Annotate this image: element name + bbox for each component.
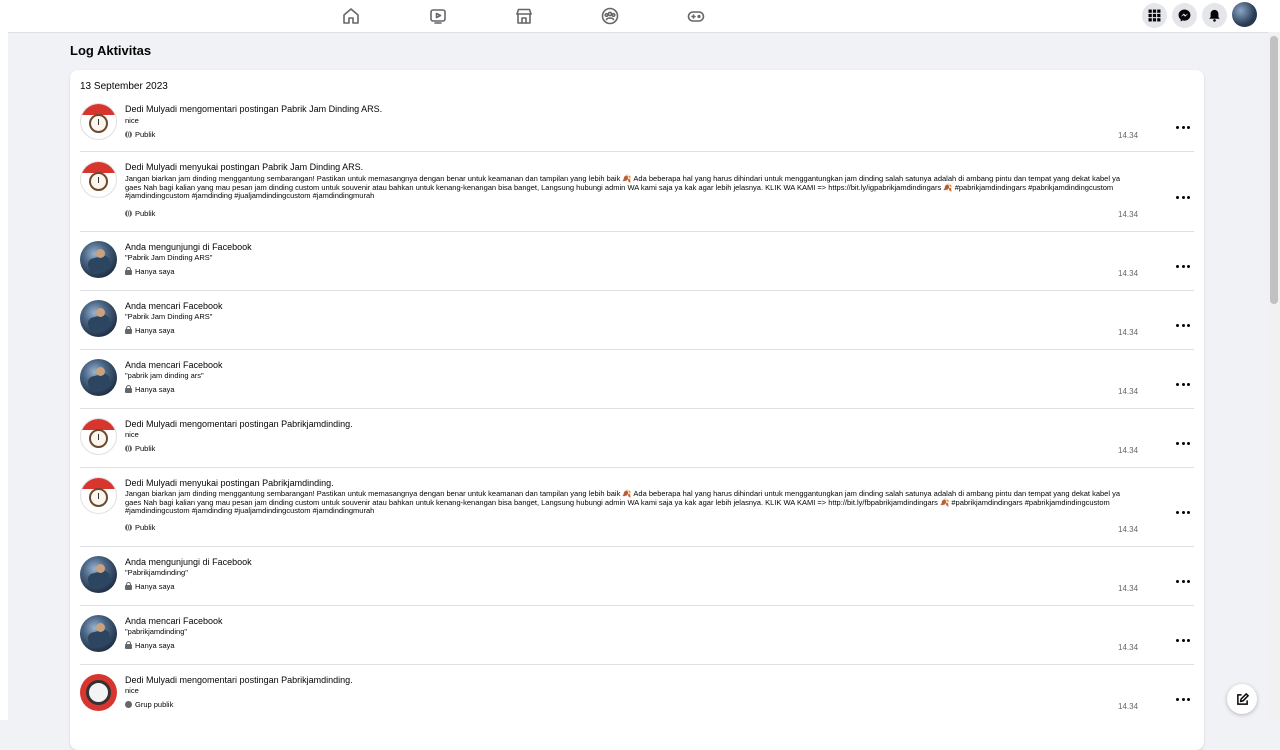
profile-avatar[interactable] bbox=[1232, 2, 1257, 27]
activity-log-card: 13 September 2023 Dedi Mulyadi mengoment… bbox=[70, 70, 1204, 750]
privacy-label: Hanya saya bbox=[125, 641, 175, 650]
activity-entry[interactable]: Dedi Mulyadi menyukai postingan Pabrikja… bbox=[70, 468, 1194, 547]
activity-entry[interactable]: Anda mengunjungi di Facebook "Pabrik Jam… bbox=[70, 232, 1194, 291]
new-message-button[interactable] bbox=[1227, 684, 1257, 714]
page-avatar[interactable] bbox=[80, 103, 117, 140]
more-options-button[interactable] bbox=[1176, 261, 1190, 271]
entry-detail: nice bbox=[125, 686, 139, 695]
entry-time: 14.34 bbox=[1118, 584, 1139, 593]
watch-icon[interactable] bbox=[427, 5, 449, 27]
entry-time: 14.34 bbox=[1118, 525, 1139, 534]
activity-entry[interactable]: Anda mencari Facebook "Pabrik Jam Dindin… bbox=[70, 291, 1194, 350]
privacy-label: Publik bbox=[125, 523, 155, 532]
entry-time: 14.34 bbox=[1118, 210, 1139, 219]
page-avatar[interactable] bbox=[80, 161, 117, 198]
entry-detail: nice bbox=[125, 116, 139, 125]
more-options-button[interactable] bbox=[1176, 694, 1190, 704]
privacy-label: Hanya saya bbox=[125, 267, 175, 276]
privacy-label: Hanya saya bbox=[125, 582, 175, 591]
entry-detail: Jangan biarkan jam dinding menggantung s… bbox=[125, 489, 1121, 515]
date-header: 13 September 2023 bbox=[80, 81, 168, 92]
entry-time: 14.34 bbox=[1118, 131, 1139, 140]
left-edge bbox=[0, 32, 8, 720]
entry-detail: "pabrik jam dinding ars" bbox=[125, 371, 204, 380]
activity-entry[interactable]: Dedi Mulyadi mengomentari postingan Pabr… bbox=[70, 409, 1194, 468]
more-options-button[interactable] bbox=[1176, 320, 1190, 330]
scrollbar-thumb[interactable] bbox=[1270, 36, 1278, 304]
entry-title: Dedi Mulyadi menyukai postingan Pabrikja… bbox=[125, 478, 334, 488]
globe-icon bbox=[125, 210, 132, 217]
user-avatar[interactable] bbox=[80, 556, 117, 593]
messenger-icon[interactable] bbox=[1172, 3, 1197, 28]
entry-time: 14.34 bbox=[1118, 643, 1139, 652]
privacy-label: Publik bbox=[125, 444, 155, 453]
entry-title: Anda mencari Facebook bbox=[125, 301, 223, 311]
privacy-label: Hanya saya bbox=[125, 326, 175, 335]
entry-title: Anda mengunjungi di Facebook bbox=[125, 557, 252, 567]
user-avatar[interactable] bbox=[80, 300, 117, 337]
entry-detail: "Pabrikjamdinding" bbox=[125, 568, 188, 577]
lock-icon bbox=[125, 267, 132, 275]
lock-icon bbox=[125, 582, 132, 590]
activity-entry[interactable]: Anda mencari Facebook "pabrik jam dindin… bbox=[70, 350, 1194, 409]
entry-time: 14.34 bbox=[1118, 387, 1139, 396]
page-title: Log Aktivitas bbox=[70, 43, 152, 58]
entry-detail: "pabrikjamdinding" bbox=[125, 627, 188, 636]
groups-icon[interactable] bbox=[599, 5, 621, 27]
home-icon[interactable] bbox=[340, 5, 362, 27]
compose-icon bbox=[1236, 692, 1249, 705]
more-options-button[interactable] bbox=[1176, 635, 1190, 645]
entry-title: Dedi Mulyadi mengomentari postingan Pabr… bbox=[125, 675, 353, 685]
entry-time: 14.34 bbox=[1118, 446, 1139, 455]
entry-time: 14.34 bbox=[1118, 702, 1139, 711]
activity-entry[interactable]: Dedi Mulyadi mengomentari postingan Pabr… bbox=[70, 665, 1194, 724]
entry-detail: Jangan biarkan jam dinding menggantung s… bbox=[125, 174, 1121, 200]
gaming-icon[interactable] bbox=[685, 5, 707, 27]
entry-title: Anda mengunjungi di Facebook bbox=[125, 242, 252, 252]
entry-title: Dedi Mulyadi mengomentari postingan Pabr… bbox=[125, 419, 353, 429]
user-avatar[interactable] bbox=[80, 359, 117, 396]
group-icon bbox=[125, 701, 132, 708]
privacy-label: Grup publik bbox=[125, 700, 173, 709]
more-options-button[interactable] bbox=[1176, 122, 1190, 132]
group-avatar[interactable] bbox=[80, 674, 117, 711]
lock-icon bbox=[125, 326, 132, 334]
entry-time: 14.34 bbox=[1118, 328, 1139, 337]
entry-detail: nice bbox=[125, 430, 139, 439]
more-options-button[interactable] bbox=[1176, 192, 1190, 202]
privacy-label: Hanya saya bbox=[125, 385, 175, 394]
more-options-button[interactable] bbox=[1176, 379, 1190, 389]
privacy-label: Publik bbox=[125, 209, 155, 218]
marketplace-icon[interactable] bbox=[513, 5, 535, 27]
user-avatar[interactable] bbox=[80, 615, 117, 652]
entry-title: Anda mencari Facebook bbox=[125, 360, 223, 370]
lock-icon bbox=[125, 641, 132, 649]
activity-entry[interactable]: Anda mengunjungi di Facebook "Pabrikjamd… bbox=[70, 547, 1194, 606]
activity-entry[interactable]: Anda mencari Facebook "pabrikjamdinding"… bbox=[70, 606, 1194, 665]
privacy-label: Publik bbox=[125, 130, 155, 139]
entry-title: Dedi Mulyadi mengomentari postingan Pabr… bbox=[125, 104, 383, 114]
notifications-icon[interactable] bbox=[1202, 3, 1227, 28]
entry-title: Dedi Mulyadi menyukai postingan Pabrik J… bbox=[125, 162, 364, 172]
activity-entry[interactable]: Dedi Mulyadi menyukai postingan Pabrik J… bbox=[70, 152, 1194, 232]
entry-detail: "Pabrik Jam Dinding ARS" bbox=[125, 253, 213, 262]
more-options-button[interactable] bbox=[1176, 438, 1190, 448]
more-options-button[interactable] bbox=[1176, 576, 1190, 586]
entry-time: 14.34 bbox=[1118, 269, 1139, 278]
page-avatar[interactable] bbox=[80, 477, 117, 514]
globe-icon bbox=[125, 524, 132, 531]
lock-icon bbox=[125, 385, 132, 393]
activity-entry[interactable]: Dedi Mulyadi mengomentari postingan Pabr… bbox=[70, 96, 1194, 152]
globe-icon bbox=[125, 445, 132, 452]
entry-title: Anda mencari Facebook bbox=[125, 616, 223, 626]
menu-grid-icon[interactable] bbox=[1142, 3, 1167, 28]
more-options-button[interactable] bbox=[1176, 507, 1190, 517]
entry-detail: "Pabrik Jam Dinding ARS" bbox=[125, 312, 213, 321]
page-avatar[interactable] bbox=[80, 418, 117, 455]
user-avatar[interactable] bbox=[80, 241, 117, 278]
top-navigation-bar bbox=[0, 0, 1280, 33]
globe-icon bbox=[125, 131, 132, 138]
